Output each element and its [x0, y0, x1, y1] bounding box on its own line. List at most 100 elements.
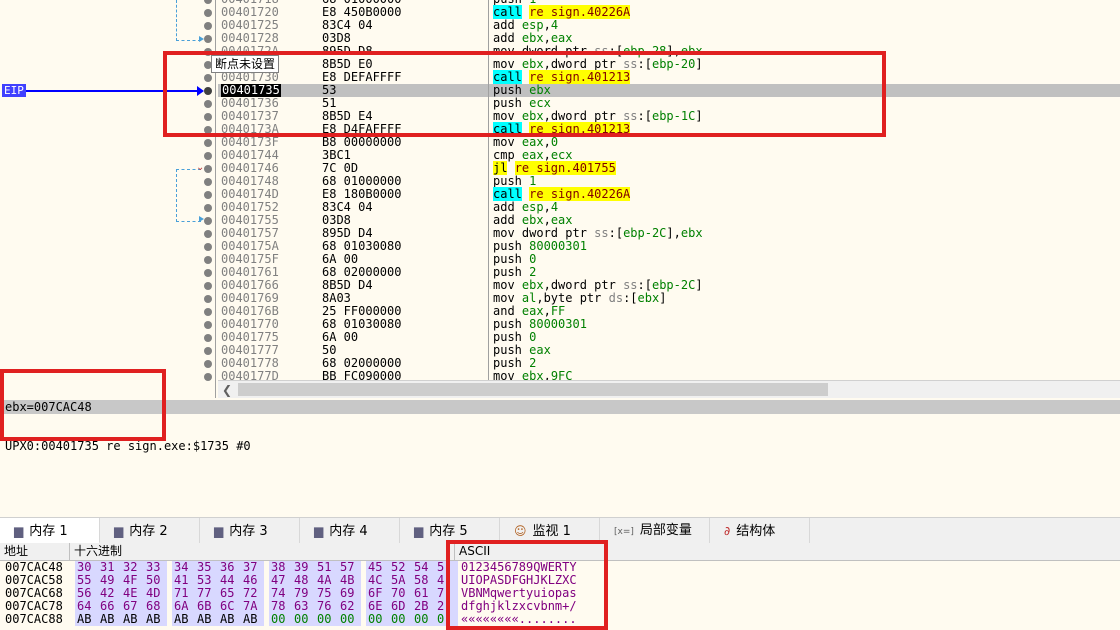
jump-arrow: [176, 0, 201, 41]
hex-byte[interactable]: AB: [220, 613, 234, 626]
instruction-token: 0: [529, 252, 537, 266]
horizontal-scrollbar[interactable]: ❮: [218, 380, 1120, 398]
tab-memory-1[interactable]: ▆ 内存 1: [0, 518, 100, 544]
breakpoint-dot-icon[interactable]: [204, 269, 212, 277]
instruction-token: esp: [521, 18, 544, 32]
instruction-token: eax: [521, 148, 544, 162]
hex-byte[interactable]: 00: [294, 613, 308, 626]
tab-memory-4[interactable]: ▆ 内存 4: [300, 518, 400, 544]
instruction-token: eax: [550, 31, 573, 45]
hex-byte[interactable]: 00: [391, 613, 405, 626]
instruction-token: add: [493, 18, 522, 32]
instruction-token: add: [493, 31, 522, 45]
instruction-token: ds: [608, 291, 624, 305]
hex-byte[interactable]: 00: [368, 613, 382, 626]
highlight-box-ascii: [446, 540, 608, 630]
instruction-token: :[: [608, 226, 624, 240]
breakpoint-dot-icon[interactable]: [204, 178, 212, 186]
tab-memory-3[interactable]: ▆ 内存 3: [200, 518, 300, 544]
hex-byte[interactable]: AB: [123, 613, 137, 626]
address-column-header[interactable]: 地址: [0, 543, 70, 560]
hex-byte[interactable]: AB: [146, 613, 160, 626]
hex-byte[interactable]: 00: [317, 613, 331, 626]
instruction-token: and: [493, 304, 522, 318]
hex-byte[interactable]: AB: [77, 613, 91, 626]
breakpoint-dot-icon[interactable]: [204, 22, 212, 30]
instruction-token: ]: [695, 278, 703, 292]
instruction-token: ,: [543, 18, 551, 32]
instruction-token: ,: [543, 31, 551, 45]
tab-memory-2[interactable]: ▆ 内存 2: [100, 518, 200, 544]
breakpoint-dot-icon[interactable]: [204, 308, 212, 316]
hex-byte[interactable]: AB: [243, 613, 257, 626]
instruction-token: ,dword ptr: [543, 278, 624, 292]
breakpoint-dot-icon[interactable]: [204, 9, 212, 17]
instruction-token: push: [493, 317, 530, 331]
instruction-token: re sign.401755: [514, 161, 616, 175]
instruction-token: push: [493, 343, 530, 357]
breakpoint-dot-icon[interactable]: [204, 139, 212, 147]
breakpoint-dot-icon[interactable]: [204, 282, 212, 290]
instruction-token: [507, 161, 514, 175]
dump-address: 007CAC88: [5, 612, 63, 626]
breakpoint-dot-icon[interactable]: [204, 217, 212, 225]
instruction-token: push: [493, 330, 530, 344]
instruction-token: call: [493, 187, 522, 201]
tab-label: 监视 1: [532, 524, 571, 539]
hex-byte[interactable]: AB: [100, 613, 114, 626]
breakpoint-dot-icon[interactable]: [204, 347, 212, 355]
hex-byte[interactable]: 00: [340, 613, 354, 626]
instruction-token: ,: [543, 304, 551, 318]
breakpoint-dot-icon[interactable]: [204, 165, 212, 173]
hex-byte[interactable]: 0: [437, 613, 444, 626]
instruction-token: eax: [521, 304, 544, 318]
hex-byte[interactable]: AB: [174, 613, 188, 626]
instruction-token: call: [493, 5, 522, 19]
breakpoint-dot-icon[interactable]: [204, 321, 212, 329]
breakpoint-dot-icon[interactable]: [204, 0, 212, 4]
tab-label: 内存 5: [429, 524, 468, 539]
tab-label: 内存 4: [329, 524, 368, 539]
scrollbar-thumb[interactable]: [238, 383, 828, 396]
eip-marker: EIP: [2, 84, 26, 97]
instruction-token: ss: [594, 226, 609, 240]
breakpoint-dot-icon[interactable]: [204, 295, 212, 303]
instruction-token: eax: [521, 135, 544, 149]
instruction-token: ecx: [550, 148, 573, 162]
breakpoint-dot-icon[interactable]: [204, 230, 212, 238]
tab-label: 结构体: [736, 524, 776, 539]
instruction-token: push: [493, 356, 530, 370]
breakpoint-dot-icon[interactable]: [204, 373, 212, 381]
scroll-left-icon[interactable]: ❮: [222, 381, 232, 398]
instruction-token: re sign.40226A: [529, 187, 631, 201]
instruction-token: al: [521, 291, 537, 305]
tab-locals[interactable]: [x=] 局部变量: [600, 518, 710, 544]
breakpoint-dot-icon[interactable]: [204, 204, 212, 212]
breakpoint-dot-icon[interactable]: [204, 256, 212, 264]
breakpoint-dot-icon[interactable]: [204, 334, 212, 342]
memory-icon: ▆: [314, 524, 324, 538]
instruction-token: add: [493, 213, 522, 227]
breakpoint-dot-icon[interactable]: [204, 191, 212, 199]
instruction-token: ebp-2C: [651, 278, 696, 292]
tab-label: 内存 1: [29, 524, 68, 539]
instruction-token: mov dword ptr: [493, 226, 595, 240]
tab-label: 内存 2: [129, 524, 168, 539]
breakpoint-dot-icon[interactable]: [204, 360, 212, 368]
breakpoint-dot-icon[interactable]: [204, 35, 212, 43]
instruction-token: push: [493, 239, 530, 253]
hex-column-header[interactable]: 十六进制: [70, 543, 455, 560]
hex-byte[interactable]: 00: [271, 613, 285, 626]
hex-byte[interactable]: 00: [414, 613, 428, 626]
hex-byte[interactable]: AB: [197, 613, 211, 626]
tab-struct[interactable]: ∂ 结构体: [710, 518, 810, 544]
instruction-token: mov: [493, 291, 522, 305]
breakpoint-dot-icon[interactable]: [204, 243, 212, 251]
instruction-token: ebx: [637, 291, 660, 305]
tab-label: 内存 3: [229, 524, 268, 539]
tab-label: 局部变量: [639, 523, 692, 538]
highlight-box-code: [163, 51, 886, 137]
instruction-token: ebx: [680, 226, 703, 240]
breakpoint-dot-icon[interactable]: [204, 152, 212, 160]
jump-arrow: [176, 169, 201, 222]
